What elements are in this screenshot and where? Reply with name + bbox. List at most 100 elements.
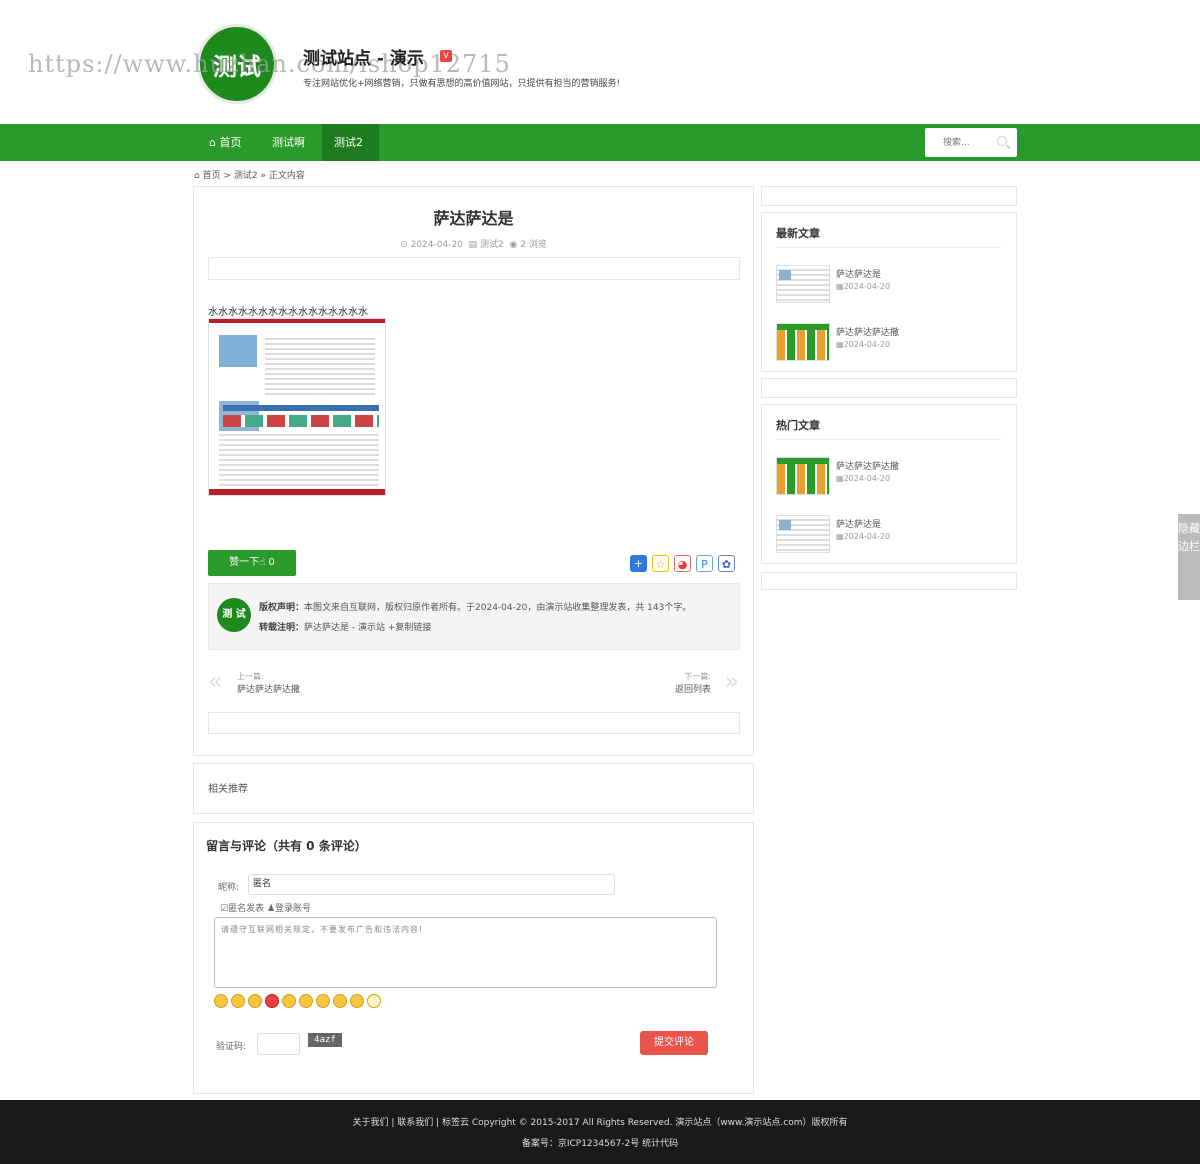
footer-links[interactable]: 关于我们 | 联系我们 | 标签云 Copyright © 2015-2017 … xyxy=(0,1115,1200,1128)
hot-item-date: ▦2024-04-20 xyxy=(836,474,890,483)
anonymous-checkbox[interactable]: ☑ xyxy=(220,904,228,914)
article-thumbnail[interactable] xyxy=(776,323,830,361)
latest-item-title[interactable]: 萨达萨达是 xyxy=(836,267,881,280)
breadcrumb-separator: » xyxy=(260,171,267,181)
nav-item-test2[interactable]: 测试2 xyxy=(322,124,379,161)
calendar-icon: ▦ xyxy=(836,532,844,541)
site-title[interactable]: 测试站点 - 演示 xyxy=(303,44,424,69)
site-description: 专注网站优化+网络营销，只做有思想的高价值网站，只提供有担当的营销服务! xyxy=(303,79,621,89)
prev-article-link[interactable]: 上一篇: 萨达萨达萨达撒 xyxy=(237,671,300,695)
emoji-icon[interactable] xyxy=(367,994,381,1008)
search-input[interactable] xyxy=(925,128,991,157)
nav-item-label: 测试2 xyxy=(334,136,363,149)
hot-articles-widget: 热门文章 萨达萨达萨达撒 ▦2024-04-20 萨达萨达是 ▦2024-04-… xyxy=(761,404,1017,564)
copyright-box: 测 试 版权声明：本图文来自互联网，版权归原作者所有。于2024-04-20，由… xyxy=(208,583,740,650)
copyright-label: 版权声明： xyxy=(259,603,305,613)
breadcrumb-category[interactable]: 测试2 xyxy=(234,171,258,181)
emoji-icon[interactable] xyxy=(231,994,245,1008)
related-title: 相关推荐 xyxy=(208,784,248,795)
next-title: 返回列表 xyxy=(674,685,711,695)
divider xyxy=(776,247,1002,248)
repost-link[interactable]: 萨达萨达是 - 演示站 +复制链接 xyxy=(304,623,431,633)
hot-item-title[interactable]: 萨达萨达是 xyxy=(836,517,881,530)
emoji-icon[interactable] xyxy=(214,994,228,1008)
footer-icp: 备案号：京ICP1234567-2号 统计代码 xyxy=(521,1139,679,1149)
article-thumbnail[interactable] xyxy=(776,515,830,553)
main-nav: ⌂ 首页 测试啊 测试2 xyxy=(0,124,1200,161)
submit-comment-button[interactable]: 提交评论 xyxy=(640,1031,708,1055)
repost-note: 转载注明：萨达萨达是 - 演示站 +复制链接 xyxy=(259,620,431,633)
emoji-icon[interactable] xyxy=(299,994,313,1008)
anonymous-option: ☑匿名发表 ♟登录账号 xyxy=(220,901,311,914)
article-thumbnail[interactable] xyxy=(776,265,830,303)
emoji-icon[interactable] xyxy=(248,994,262,1008)
image-bottom-bar xyxy=(209,489,385,495)
article-meta: ⊙ 2024-04-20 ▤ 测试2 ◉ 2 浏览 xyxy=(194,237,753,250)
next-article-link[interactable]: 下一篇: 返回列表 xyxy=(675,671,711,695)
weibo-share-icon[interactable]: ◕ xyxy=(674,555,691,572)
article-image[interactable] xyxy=(208,318,386,496)
hot-title: 热门文章 xyxy=(776,419,820,432)
nickname-label: 昵称: xyxy=(218,883,240,893)
nickname-field[interactable]: 匿名 xyxy=(248,874,615,895)
copyright-text: 本图文来自互联网，版权归原作者所有。于2024-04-20，由演示站收集整理发表… xyxy=(304,603,692,613)
repost-label: 转载注明： xyxy=(259,623,305,633)
captcha-input[interactable] xyxy=(257,1033,300,1055)
article-body-text: 水水水水水水水水水水水水水水水水 xyxy=(208,307,368,318)
image-top-bar xyxy=(209,319,385,323)
site-footer: 关于我们 | 联系我们 | 标签云 Copyright © 2015-2017 … xyxy=(0,1100,1200,1164)
breadcrumb-current: 正文内容 xyxy=(268,171,305,181)
nav-item-test[interactable]: 测试啊 xyxy=(260,124,317,161)
search-box xyxy=(925,128,1017,157)
ad-placeholder xyxy=(208,712,740,734)
baidu-share-icon[interactable]: ✿ xyxy=(718,555,735,572)
comment-textarea[interactable]: 请遵守互联网相关规定，不要发布广告和违法内容! xyxy=(214,917,717,988)
folder-icon: ▤ xyxy=(468,240,478,250)
copyright-statement: 版权声明：本图文来自互联网，版权归原作者所有。于2024-04-20，由演示站收… xyxy=(259,600,691,613)
hot-item-title[interactable]: 萨达萨达萨达撒 xyxy=(836,459,899,472)
qzone-share-icon[interactable]: ☆ xyxy=(652,555,669,572)
image-block xyxy=(219,335,257,367)
image-text-block xyxy=(219,431,379,489)
like-label: 赞一下 xyxy=(229,557,260,568)
sidebar-spacer-bar xyxy=(761,378,1017,398)
nav-item-label: 测试啊 xyxy=(272,136,305,149)
divider xyxy=(776,439,1002,440)
plus-share-icon[interactable]: + xyxy=(630,555,647,572)
related-box: 相关推荐 xyxy=(193,763,754,814)
article-thumbnail[interactable] xyxy=(776,457,830,495)
home-icon: ⌂ xyxy=(194,171,200,181)
latest-item-title[interactable]: 萨达萨达萨达撒 xyxy=(836,325,899,338)
next-label: 下一篇: xyxy=(684,672,711,681)
prev-chevron-icon[interactable]: « xyxy=(208,667,223,695)
like-button[interactable]: 赞一下☝ 0 xyxy=(208,550,296,576)
image-thumbs xyxy=(223,415,379,427)
latest-articles-widget: 最新文章 萨达萨达是 ▦2024-04-20 萨达萨达萨达撒 ▦2024-04-… xyxy=(761,212,1017,372)
thumbs-up-icon: ☝ xyxy=(259,557,266,568)
prev-title: 萨达萨达萨达撒 xyxy=(237,685,301,695)
site-badge-icon: V xyxy=(440,50,452,62)
emoji-icon[interactable] xyxy=(333,994,347,1008)
breadcrumb-home[interactable]: 首页 xyxy=(203,171,221,181)
image-text-block xyxy=(265,335,375,395)
emoji-icon[interactable] xyxy=(316,994,330,1008)
emoji-icon[interactable] xyxy=(265,994,279,1008)
date-text: 2024-04-20 xyxy=(843,532,891,541)
clock-icon: ⊙ xyxy=(400,240,408,250)
date-text: 2024-04-20 xyxy=(843,340,891,349)
captcha-label: 验证码: xyxy=(216,1042,247,1052)
nav-item-home[interactable]: ⌂ 首页 xyxy=(197,124,253,161)
sidebar-top-bar xyxy=(761,186,1017,206)
article-box: 萨达萨达是 ⊙ 2024-04-20 ▤ 测试2 ◉ 2 浏览 水水水水水水水水… xyxy=(193,186,754,756)
breadcrumb-separator: > xyxy=(223,171,232,181)
tencent-share-icon[interactable]: P xyxy=(696,555,713,572)
hide-sidebar-button[interactable]: 隐藏边栏 xyxy=(1178,514,1200,600)
search-icon[interactable] xyxy=(997,136,1007,146)
emoji-icon[interactable] xyxy=(282,994,296,1008)
article-category[interactable]: 测试2 xyxy=(480,240,504,250)
emoji-icon[interactable] xyxy=(350,994,364,1008)
captcha-image[interactable]: 4azf xyxy=(308,1033,342,1047)
next-chevron-icon[interactable]: » xyxy=(724,667,739,695)
like-count: 0 xyxy=(268,557,275,568)
login-link[interactable]: 登录账号 xyxy=(275,904,311,914)
